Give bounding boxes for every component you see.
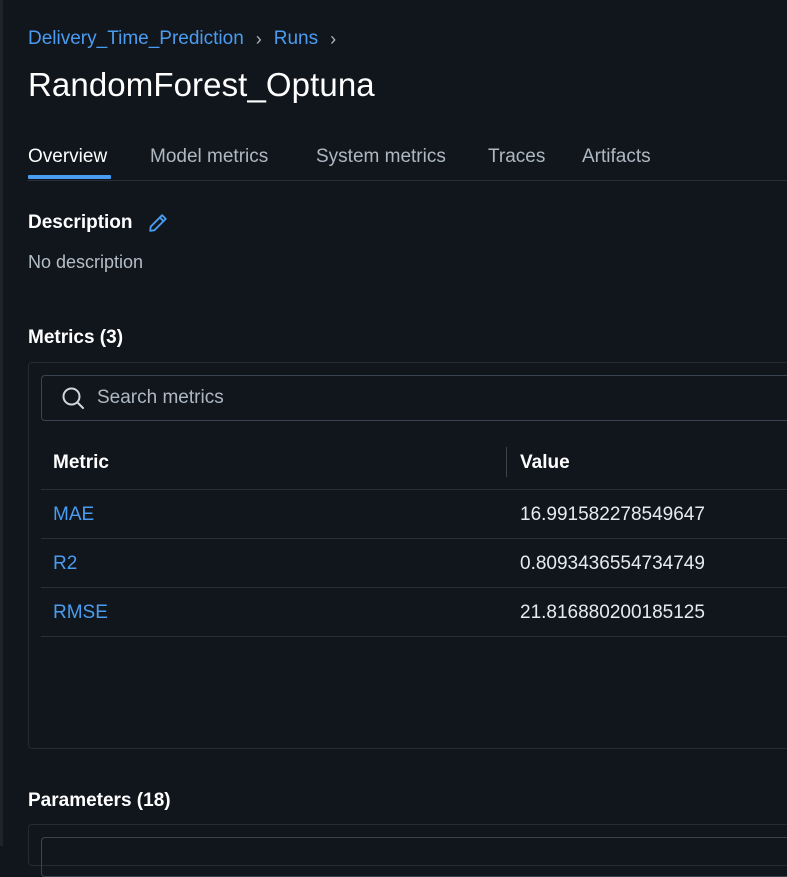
metrics-panel: Metric Value MAE 16.991582278549647 R2 0…	[28, 362, 787, 749]
tab-traces[interactable]: Traces	[488, 146, 545, 168]
table-row: MAE 16.991582278549647	[41, 490, 787, 539]
metric-value: 21.816880200185125	[520, 602, 705, 623]
column-header-metric[interactable]: Metric	[53, 452, 109, 474]
parameters-panel	[28, 824, 787, 877]
breadcrumb-experiment-link[interactable]: Delivery_Time_Prediction	[28, 28, 244, 50]
metric-link-mae[interactable]: MAE	[53, 504, 94, 526]
metrics-table: Metric Value MAE 16.991582278549647 R2 0…	[41, 447, 787, 637]
left-panel-edge	[0, 0, 3, 846]
metrics-heading: Metrics (3)	[28, 327, 124, 348]
chevron-right-icon: ›	[330, 28, 337, 49]
column-resize-handle[interactable]	[506, 447, 507, 477]
table-row: R2 0.8093436554734749	[41, 539, 787, 588]
breadcrumb: Delivery_Time_Prediction › Runs ›	[28, 28, 348, 50]
description-heading: Description	[28, 212, 133, 233]
metrics-search-input[interactable]	[95, 386, 699, 410]
description-header: Description	[28, 210, 171, 236]
chevron-right-icon: ›	[255, 28, 262, 49]
pencil-icon	[148, 214, 167, 232]
metric-link-rmse[interactable]: RMSE	[53, 602, 108, 624]
tab-overview[interactable]: Overview	[28, 146, 107, 168]
metric-value: 0.8093436554734749	[520, 553, 705, 574]
metric-value: 16.991582278549647	[520, 504, 705, 525]
breadcrumb-runs-link[interactable]: Runs	[274, 28, 318, 50]
metrics-search-box[interactable]	[41, 375, 787, 421]
metric-link-r2[interactable]: R2	[53, 553, 77, 575]
active-tab-indicator	[28, 175, 111, 179]
tab-artifacts[interactable]: Artifacts	[582, 146, 651, 168]
tab-model-metrics[interactable]: Model metrics	[150, 146, 268, 168]
description-text: No description	[28, 252, 144, 272]
metrics-table-header: Metric Value	[41, 447, 787, 490]
parameters-heading: Parameters (18)	[28, 790, 171, 811]
parameters-search-box[interactable]	[41, 837, 787, 877]
search-icon	[62, 387, 84, 409]
tab-bar: Overview Model metrics System metrics Tr…	[28, 140, 787, 181]
column-header-value[interactable]: Value	[520, 452, 570, 474]
table-row: RMSE 21.816880200185125	[41, 588, 787, 637]
tab-system-metrics[interactable]: System metrics	[316, 146, 446, 168]
edit-description-button[interactable]	[145, 210, 171, 236]
page-title: RandomForest_Optuna	[28, 66, 375, 103]
